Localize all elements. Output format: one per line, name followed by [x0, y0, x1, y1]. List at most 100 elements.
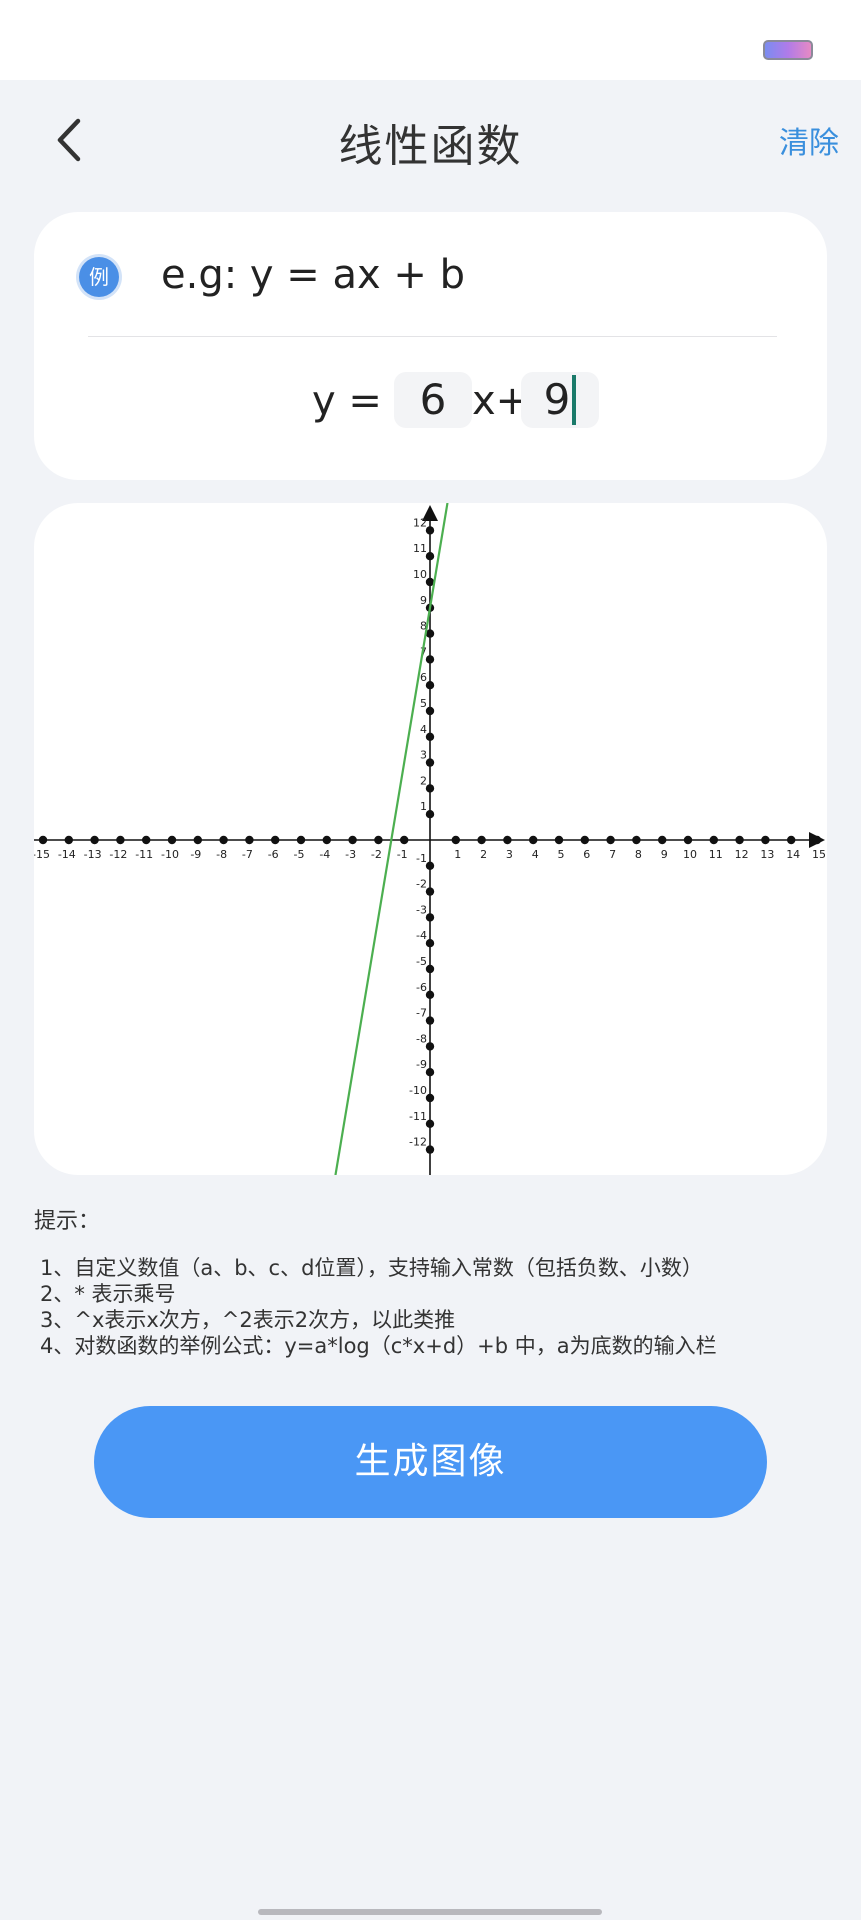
x-tick-label: -11 [135, 848, 153, 861]
x-tick-dot [503, 835, 512, 845]
y-tick-dot [425, 939, 435, 948]
x-tick-dot [322, 835, 331, 845]
coefficient-a-input[interactable]: 6 [394, 372, 472, 428]
x-tick-label: -5 [294, 848, 305, 861]
x-tick-label: 13 [760, 848, 774, 861]
x-tick-dot [812, 835, 822, 845]
y-tick-dot [425, 706, 435, 716]
x-tick-dot [529, 835, 538, 845]
y-tick-label: -4 [416, 929, 427, 942]
x-tick-dot [90, 835, 99, 845]
x-tick-label: 15 [812, 848, 826, 861]
hint-item: 1、自定义数值（a、b、c、d位置），支持输入常数（包括负数、小数） [40, 1256, 703, 1280]
y-tick-label: -6 [416, 981, 427, 994]
x-tick-label: 5 [558, 848, 565, 861]
divider [88, 336, 777, 337]
x-tick-label: -9 [190, 848, 201, 861]
coefficient-b-value: 9 [543, 375, 571, 424]
x-tick-dot [761, 835, 770, 845]
y-tick-label: 3 [420, 749, 427, 762]
x-tick-label: -10 [161, 848, 179, 861]
x-tick-dot [400, 835, 409, 845]
x-tick-label: -15 [34, 848, 50, 861]
x-tick-label: -1 [397, 848, 408, 861]
y-tick-label: 4 [420, 723, 427, 736]
x-tick-label: -7 [242, 848, 253, 861]
clear-button[interactable]: 清除 [779, 118, 839, 162]
x-tick-label: -12 [109, 848, 127, 861]
x-tick-label: -8 [216, 848, 227, 861]
x-tick-dot [787, 835, 796, 845]
x-tick-label: 12 [735, 848, 749, 861]
y-tick-dot [425, 784, 435, 793]
x-tick-dot [38, 835, 48, 845]
y-tick-label: -7 [416, 1007, 427, 1020]
x-tick-dot [632, 835, 641, 845]
y-tick-label: 5 [420, 697, 427, 710]
page-title: 线性函数 [338, 121, 523, 172]
y-tick-label: -8 [416, 1032, 427, 1045]
home-indicator [258, 1909, 602, 1915]
y-tick-dot [425, 655, 435, 664]
x-tick-dot [167, 835, 177, 845]
x-tick-label: -4 [319, 848, 330, 861]
x-tick-dot [219, 835, 228, 845]
y-tick-dot [425, 1016, 435, 1025]
hint-item: 3、^x表示x次方，^2表示2次方，以此类推 [40, 1308, 456, 1332]
formula-prefix: y = [312, 378, 382, 424]
example-text: e.g: y = ax + b [161, 252, 466, 298]
y-tick-label: 10 [413, 568, 427, 581]
y-tick-label: 6 [420, 671, 427, 684]
x-tick-label: -6 [268, 848, 279, 861]
navigation-bar: 线性函数 清除 [0, 80, 861, 200]
x-tick-label: 9 [661, 848, 668, 861]
y-tick-label: -1 [416, 852, 427, 865]
y-tick-label: -3 [416, 903, 427, 916]
x-tick-dot [709, 835, 718, 845]
hint-list: 1、自定义数值（a、b、c、d位置），支持输入常数（包括负数、小数） 2、* 表… [40, 1255, 717, 1359]
equation-card: 例 e.g: y = ax + b y = 6 x+ 9 [34, 212, 827, 480]
x-tick-label: 2 [480, 848, 487, 861]
battery-icon [763, 40, 813, 60]
y-tick-label: 11 [413, 542, 427, 555]
x-tick-label: 14 [786, 848, 800, 861]
y-tick-dot [425, 552, 435, 561]
x-tick-dot [348, 835, 357, 845]
x-tick-dot [606, 835, 615, 845]
x-tick-dot [64, 835, 73, 845]
hint-item: 2、* 表示乘号 [40, 1282, 176, 1306]
example-icon: 例 [79, 257, 119, 297]
y-tick-dot [425, 1119, 435, 1128]
y-tick-dot [425, 810, 435, 819]
y-tick-label: -11 [409, 1110, 427, 1123]
y-tick-label: 1 [420, 800, 427, 813]
y-tick-dot [425, 990, 435, 999]
y-tick-dot [425, 758, 435, 767]
x-tick-label: 3 [506, 848, 513, 861]
x-tick-dot [477, 835, 486, 845]
y-tick-dot [425, 681, 435, 690]
x-tick-label: 7 [609, 848, 616, 861]
y-tick-dot [425, 732, 435, 741]
x-tick-label: -14 [58, 848, 76, 861]
x-tick-dot [683, 835, 693, 845]
y-tick-label: -10 [409, 1084, 427, 1097]
x-tick-dot [735, 835, 744, 845]
y-tick-dot [425, 861, 435, 870]
x-tick-dot [142, 835, 151, 845]
x-tick-dot [116, 835, 125, 845]
y-tick-dot [425, 1068, 435, 1077]
x-tick-dot [374, 835, 383, 845]
x-tick-dot [451, 835, 460, 845]
y-tick-label: -5 [416, 955, 427, 968]
y-tick-label: 12 [413, 516, 427, 529]
x-tick-label: 11 [709, 848, 723, 861]
x-tick-label: -13 [84, 848, 102, 861]
x-tick-label: 10 [683, 848, 697, 861]
x-tick-dot [193, 835, 202, 845]
generate-image-button[interactable]: 生成图像 [94, 1406, 767, 1518]
graph-card: -15-14-13-12-11-10-9-8-7-6-5-4-3-2-11234… [34, 503, 827, 1175]
coefficient-b-input[interactable]: 9 [521, 372, 599, 428]
x-tick-label: 8 [635, 848, 642, 861]
coefficient-a-value: 6 [419, 375, 447, 424]
